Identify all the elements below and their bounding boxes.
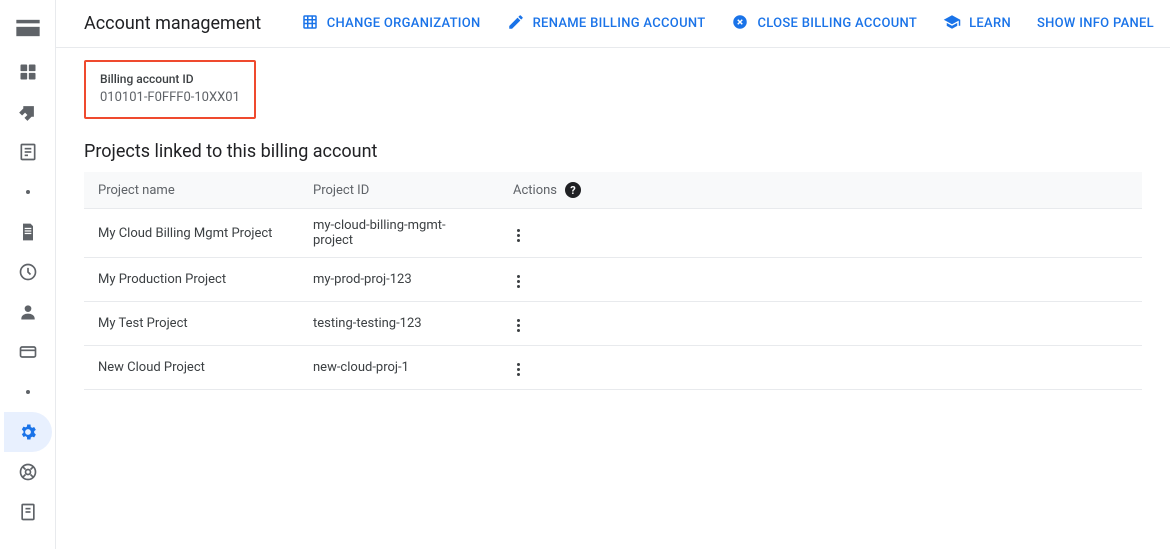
sidebar-divider: [4, 172, 52, 212]
show-info-panel-button[interactable]: SHOW INFO PANEL: [1037, 16, 1154, 31]
rename-billing-account-button[interactable]: RENAME BILLING ACCOUNT: [507, 13, 706, 35]
billing-id-label: Billing account ID: [100, 72, 240, 86]
button-label: LEARN: [969, 16, 1011, 31]
button-label: CHANGE ORGANIZATION: [327, 16, 481, 31]
project-name-cell: New Cloud Project: [84, 346, 299, 390]
sidebar-item-reports[interactable]: [4, 132, 52, 172]
table-row: My Test Projecttesting-testing-123: [84, 302, 1142, 346]
button-label: SHOW INFO PANEL: [1037, 16, 1154, 31]
actions-label: Actions: [513, 183, 557, 198]
graduation-cap-icon: [943, 13, 961, 35]
close-circle-icon: [731, 13, 749, 35]
sidebar-divider: [4, 372, 52, 412]
column-header-actions: Actions ?: [499, 172, 1142, 209]
sidebar-item-pricing[interactable]: [4, 92, 52, 132]
table-row: My Production Projectmy-prod-proj-123: [84, 258, 1142, 302]
close-billing-account-button[interactable]: CLOSE BILLING ACCOUNT: [731, 13, 917, 35]
row-actions-menu-button[interactable]: [513, 315, 524, 336]
billing-product-icon[interactable]: [8, 12, 48, 44]
project-id-cell: new-cloud-proj-1: [299, 346, 499, 390]
help-icon[interactable]: ?: [565, 182, 581, 198]
projects-section-title: Projects linked to this billing account: [84, 141, 1142, 162]
page-header: Account management CHANGE ORGANIZATION R…: [56, 0, 1170, 48]
sidebar: [0, 0, 56, 549]
row-actions-menu-button[interactable]: [513, 225, 524, 246]
column-header-project-id: Project ID: [299, 172, 499, 209]
change-organization-button[interactable]: CHANGE ORGANIZATION: [301, 13, 481, 35]
sidebar-item-payment[interactable]: [4, 332, 52, 372]
sidebar-item-settings[interactable]: [4, 412, 52, 452]
row-actions-menu-button[interactable]: [513, 359, 524, 380]
organization-icon: [301, 13, 319, 35]
table-row: My Cloud Billing Mgmt Projectmy-cloud-bi…: [84, 209, 1142, 258]
button-label: RENAME BILLING ACCOUNT: [533, 16, 706, 31]
sidebar-item-export[interactable]: [4, 492, 52, 532]
learn-button[interactable]: LEARN: [943, 13, 1011, 35]
sidebar-item-overview[interactable]: [4, 52, 52, 92]
sidebar-item-user[interactable]: [4, 292, 52, 332]
column-header-project-name: Project name: [84, 172, 299, 209]
project-name-cell: My Cloud Billing Mgmt Project: [84, 209, 299, 258]
sidebar-item-documents[interactable]: [4, 212, 52, 252]
project-id-cell: my-prod-proj-123: [299, 258, 499, 302]
projects-table: Project name Project ID Actions ? My Clo…: [84, 172, 1142, 390]
pencil-icon: [507, 13, 525, 35]
sidebar-item-history[interactable]: [4, 252, 52, 292]
project-id-cell: testing-testing-123: [299, 302, 499, 346]
row-actions-menu-button[interactable]: [513, 271, 524, 292]
table-row: New Cloud Projectnew-cloud-proj-1: [84, 346, 1142, 390]
button-label: CLOSE BILLING ACCOUNT: [757, 16, 917, 31]
billing-id-value: 010101-F0FFF0-10XX01: [100, 90, 240, 105]
sidebar-item-support[interactable]: [4, 452, 52, 492]
project-id-cell: my-cloud-billing-mgmt-project: [299, 209, 499, 258]
project-name-cell: My Production Project: [84, 258, 299, 302]
billing-account-id-box: Billing account ID 010101-F0FFF0-10XX01: [84, 60, 256, 119]
page-title: Account management: [84, 13, 261, 34]
project-name-cell: My Test Project: [84, 302, 299, 346]
